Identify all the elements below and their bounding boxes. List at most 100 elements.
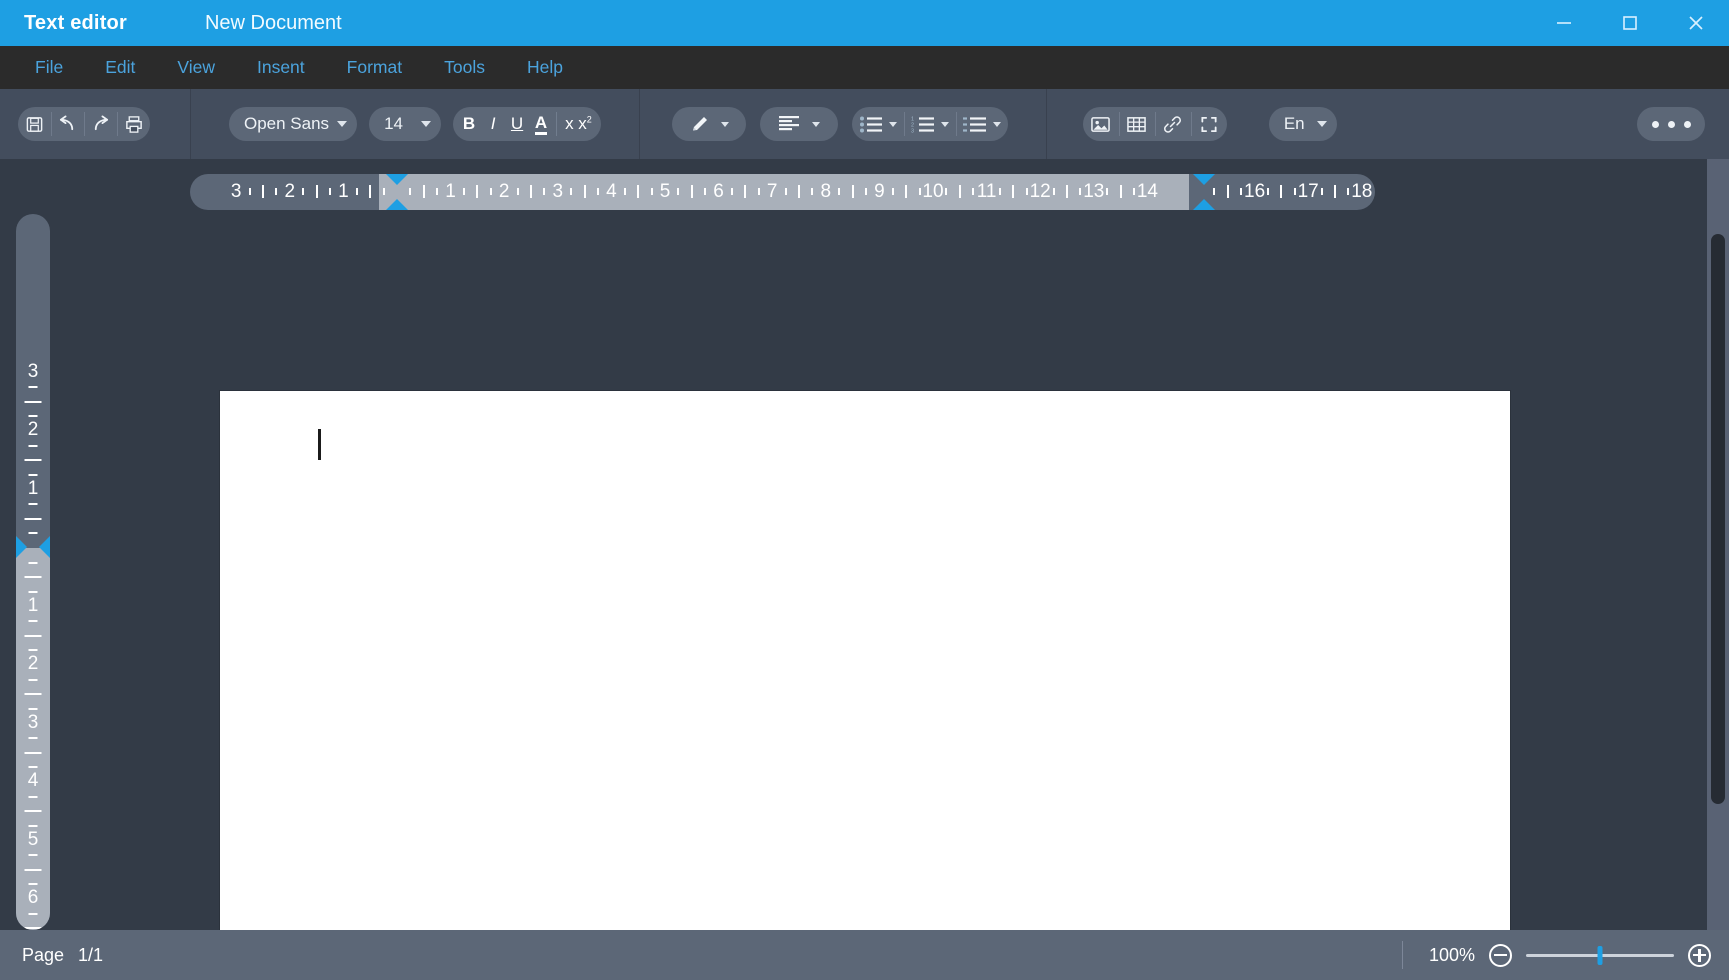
ruler-label: 10 [922, 181, 944, 202]
horizontal-ruler[interactable]: 3 2 1 1 2 3 4 5 6 7 8 9 10 11 12 13 14 16 17 18 [190, 174, 1375, 210]
menu-item-edit[interactable]: Edit [84, 51, 156, 84]
vruler-tick [28, 737, 38, 740]
menu-item-tools[interactable]: Tools [423, 51, 506, 84]
bullet-list-button[interactable] [852, 107, 904, 141]
menu-item-view[interactable]: View [156, 51, 236, 84]
highlight-tool[interactable] [671, 107, 746, 141]
vruler-tick [28, 590, 38, 593]
maximize-button[interactable] [1597, 0, 1663, 46]
ruler-tick [369, 185, 372, 198]
vruler-tick [28, 649, 38, 652]
ruler-tick [1347, 188, 1350, 195]
ruler-tick [945, 188, 948, 195]
text-editor-window: Text editor New Document File Edit View … [0, 0, 1729, 980]
toolbar-group-more [1637, 107, 1705, 141]
vertical-ruler[interactable]: 32112345678 [16, 214, 50, 930]
language-select[interactable]: En [1268, 107, 1337, 141]
numbered-list-button[interactable]: 1 2 3 [903, 107, 956, 141]
vruler-tick [28, 473, 38, 476]
vruler-tick [24, 634, 42, 637]
ruler-tick [275, 188, 278, 195]
ruler-tick [1267, 188, 1269, 195]
image-icon[interactable] [1083, 107, 1119, 141]
minimize-button[interactable] [1531, 0, 1597, 46]
ruler-tick [583, 185, 586, 198]
ruler-tick [784, 188, 787, 195]
multilevel-list-button[interactable] [955, 107, 1008, 141]
align-tool[interactable] [759, 107, 838, 141]
link-icon[interactable] [1154, 107, 1191, 141]
ruler-tick [570, 188, 573, 195]
ruler-tick [476, 185, 479, 198]
save-icon[interactable] [18, 107, 51, 141]
undo-icon[interactable] [51, 107, 84, 141]
page-label: Page [22, 944, 65, 965]
ruler-tick [248, 188, 251, 195]
vruler-tick [28, 561, 38, 564]
ruler-tick [811, 188, 814, 195]
ruler-tick [677, 188, 680, 195]
insert-group [1082, 107, 1227, 141]
scrollbar-thumb[interactable] [1711, 234, 1725, 804]
ruler-tick [597, 188, 599, 195]
left-indent-marker[interactable] [386, 174, 408, 210]
zoom-separator [1402, 941, 1403, 969]
text-color-button[interactable]: A [529, 107, 553, 141]
menu-item-file[interactable]: File [14, 51, 84, 84]
ruler-label: 8 [820, 181, 832, 202]
font-size-select[interactable]: 14 [369, 107, 442, 141]
ruler-tick [905, 185, 908, 198]
document-title: New Document [204, 11, 342, 34]
page-number: 1/1 [78, 944, 104, 965]
ruler-tick [329, 188, 331, 195]
vruler-tick [28, 386, 38, 389]
zoom-slider[interactable] [1526, 945, 1674, 965]
vruler-tick [28, 912, 38, 915]
ruler-tick [1119, 185, 1122, 198]
ruler-tick [1133, 188, 1135, 195]
vruler-tick [28, 707, 38, 710]
table-icon[interactable] [1118, 107, 1155, 141]
menu-item-insert[interactable]: Insent [236, 51, 326, 84]
zoom-out-button[interactable] [1489, 943, 1512, 967]
underline-button[interactable]: U [505, 107, 529, 141]
menu-item-format[interactable]: Format [326, 51, 423, 84]
top-indent-marker[interactable] [16, 536, 50, 558]
ruler-tick [1066, 185, 1068, 198]
zoom-slider-thumb[interactable] [1597, 945, 1603, 965]
ruler-label: 17 [1297, 181, 1319, 202]
bold-button[interactable]: B [457, 107, 481, 141]
fullscreen-icon[interactable] [1190, 107, 1227, 141]
status-bar: Page 1/1 100% [0, 930, 1729, 980]
right-indent-marker[interactable] [1193, 174, 1215, 210]
close-button[interactable] [1663, 0, 1729, 46]
more-options-button[interactable] [1637, 107, 1705, 141]
ruler-tick [1280, 185, 1283, 198]
subscript-superscript-button[interactable]: x x2 [560, 107, 597, 141]
menu-item-help[interactable]: Help [506, 51, 584, 84]
ruler-label: 7 [766, 181, 778, 202]
vruler-label: 3 [27, 711, 39, 733]
ruler-tick [355, 188, 358, 195]
vruler-tick [28, 503, 38, 506]
ruler-tick [302, 188, 305, 195]
italic-button[interactable]: I [481, 107, 505, 141]
vruler-tick [28, 824, 38, 827]
ruler-label: 9 [874, 181, 885, 202]
redo-icon[interactable] [84, 107, 117, 141]
chevron-down-icon [337, 121, 348, 127]
font-family-select[interactable]: Open Sans [229, 107, 358, 141]
print-icon[interactable] [117, 107, 150, 141]
more-options-icon [1651, 120, 1659, 128]
font-family-value: Open Sans [244, 114, 330, 133]
vruler-tick [28, 795, 38, 798]
zoom-in-button[interactable] [1688, 943, 1711, 967]
vruler-tick [28, 532, 38, 535]
vertical-scrollbar[interactable] [1707, 159, 1729, 930]
title-bar: Text editor New Document [0, 0, 1729, 46]
chevron-down-icon [1316, 121, 1327, 127]
ruler-tick [838, 188, 841, 195]
document-page[interactable] [220, 391, 1510, 930]
ruler-label: 3 [230, 181, 242, 202]
ruler-tick [530, 185, 532, 198]
